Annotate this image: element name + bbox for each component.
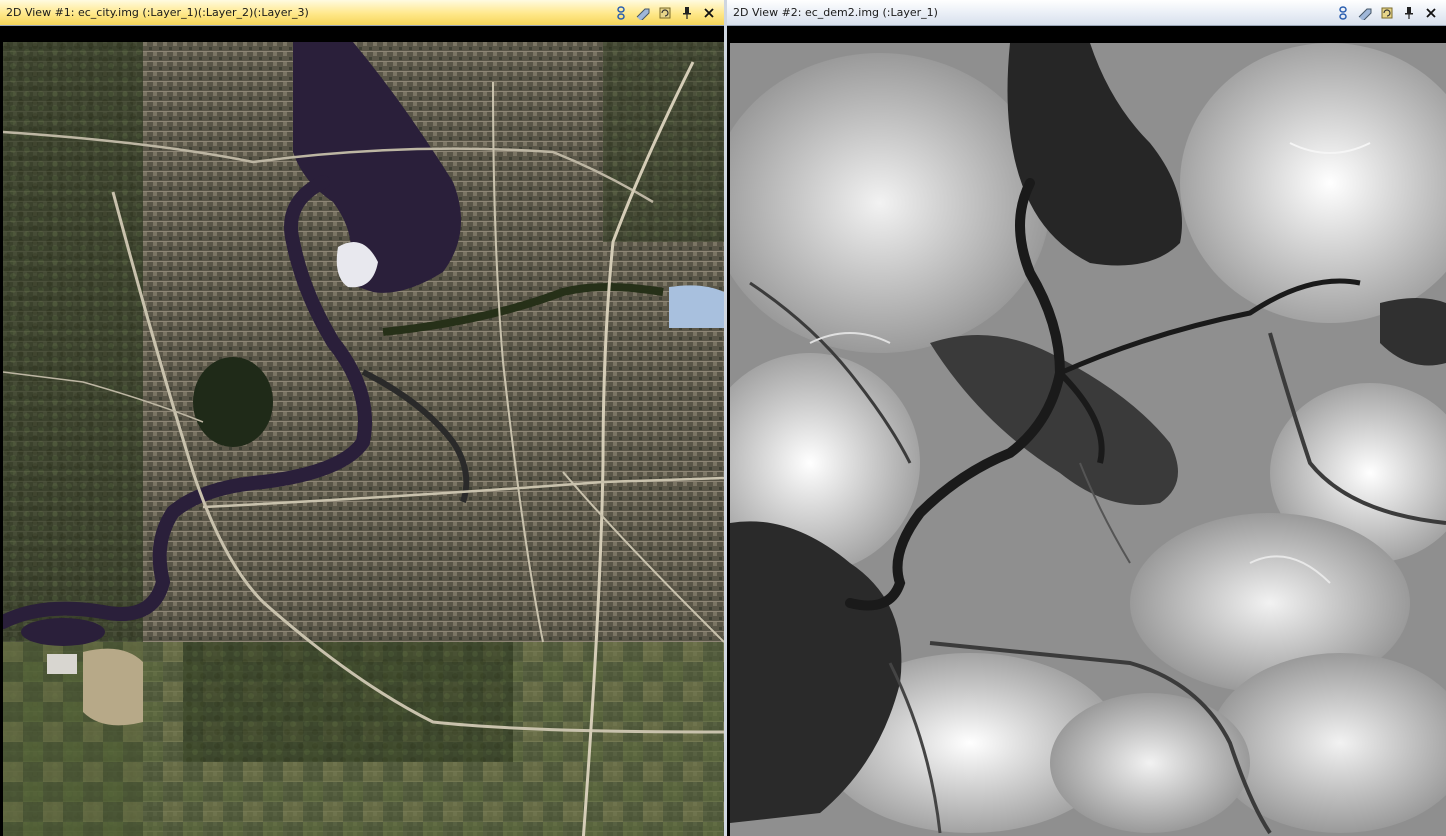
pin-icon[interactable]: [678, 4, 696, 22]
view-2-viewport[interactable]: [727, 26, 1446, 836]
view-1-titlebar[interactable]: 2D View #1: ec_city.img (:Layer_1)(:Laye…: [0, 0, 724, 26]
link-icon[interactable]: [1334, 4, 1352, 22]
view-2-titlebar[interactable]: 2D View #2: ec_dem2.img (:Layer_1): [727, 0, 1446, 26]
pan-icon[interactable]: [634, 4, 652, 22]
pin-icon[interactable]: [1400, 4, 1418, 22]
refresh-icon[interactable]: [1378, 4, 1396, 22]
view-pane-1[interactable]: 2D View #1: ec_city.img (:Layer_1)(:Laye…: [0, 0, 724, 836]
view-2-title: 2D View #2: ec_dem2.img (:Layer_1): [733, 6, 938, 19]
link-icon[interactable]: [612, 4, 630, 22]
dem-image[interactable]: [730, 43, 1446, 836]
view-pane-2[interactable]: 2D View #2: ec_dem2.img (:Layer_1): [727, 0, 1446, 836]
close-icon[interactable]: [700, 4, 718, 22]
refresh-icon[interactable]: [656, 4, 674, 22]
satellite-image[interactable]: [3, 42, 724, 836]
view-1-title: 2D View #1: ec_city.img (:Layer_1)(:Laye…: [6, 6, 309, 19]
view-1-viewport[interactable]: [0, 26, 724, 836]
pan-icon[interactable]: [1356, 4, 1374, 22]
close-icon[interactable]: [1422, 4, 1440, 22]
